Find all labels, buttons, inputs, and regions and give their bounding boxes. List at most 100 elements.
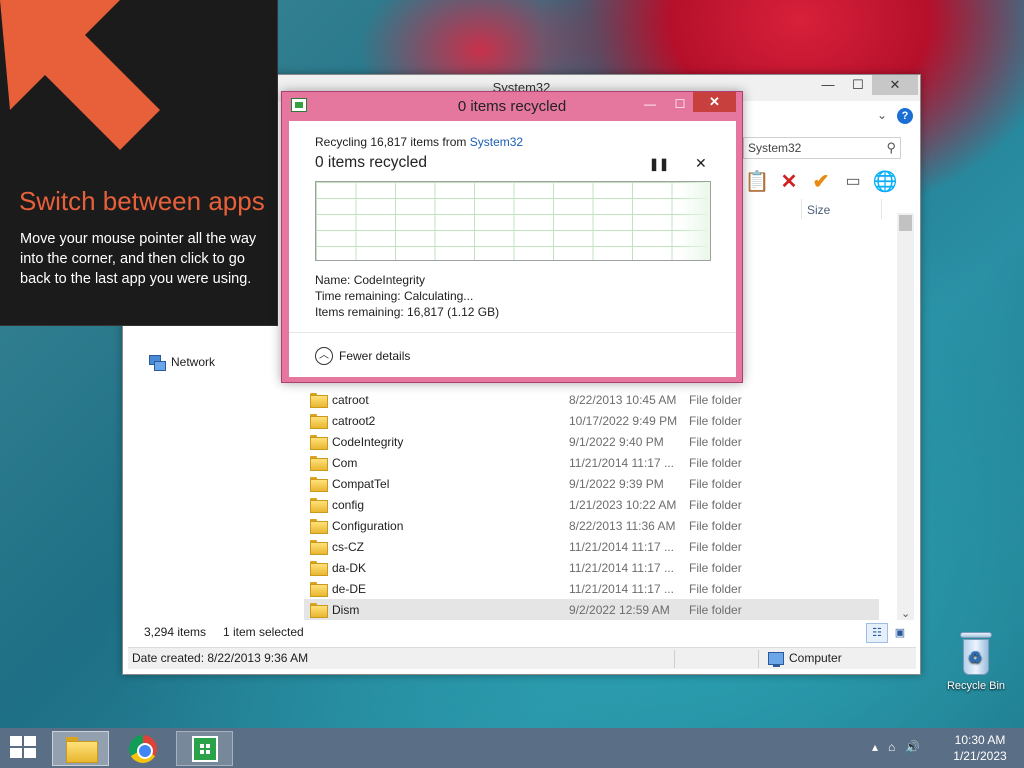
- recycle-source-prefix: Recycling 16,817 items from: [315, 135, 470, 149]
- details-bar: Date created: 8/22/2013 9:36 AM Computer: [128, 647, 916, 669]
- file-name: da-DK: [332, 560, 367, 575]
- table-row[interactable]: Configuration 8/22/2013 11:36 AM File fo…: [304, 515, 879, 536]
- computer-icon: [768, 651, 784, 667]
- file-type: File folder: [689, 602, 742, 617]
- file-date: 9/1/2022 9:40 PM: [569, 434, 664, 449]
- recycle-progress-dialog[interactable]: 0 items recycled — ☐ ✕ Recycling 16,817 …: [281, 91, 743, 383]
- folder-icon: [310, 540, 328, 555]
- globe-icon[interactable]: 🌐: [873, 169, 898, 193]
- folder-icon: [310, 582, 328, 597]
- taskbar-store[interactable]: [176, 731, 233, 766]
- close-button[interactable]: ✕: [872, 75, 918, 95]
- time-label: Time remaining:: [315, 289, 401, 303]
- corner-arrow-icon: [0, 0, 160, 150]
- status-bar: 3,294 items 1 item selected ☷ ▣: [123, 621, 920, 647]
- location-label: Computer: [789, 651, 842, 665]
- file-type: File folder: [689, 476, 742, 491]
- file-type: File folder: [689, 455, 742, 470]
- taskbar-file-explorer[interactable]: [52, 731, 109, 766]
- dialog-body: Recycling 16,817 items from System32 0 i…: [289, 121, 736, 377]
- file-name: Configuration: [332, 518, 404, 533]
- time-value: Calculating...: [403, 289, 474, 303]
- file-type: File folder: [689, 392, 742, 407]
- dialog-close-button[interactable]: ✕: [693, 92, 736, 112]
- cancel-icon[interactable]: ✕: [695, 155, 707, 172]
- taskbar: ▴ ⌂ 🔊 10:30 AM 1/21/2023: [0, 728, 1024, 768]
- recycle-source-line: Recycling 16,817 items from System32: [315, 135, 523, 149]
- clock[interactable]: 10:30 AM 1/21/2023: [944, 732, 1016, 764]
- fewer-details-button[interactable]: ︿ Fewer details: [315, 347, 410, 365]
- column-header-size[interactable]: Size: [807, 203, 830, 217]
- taskbar-chrome[interactable]: [114, 731, 171, 766]
- table-row[interactable]: cs-CZ 11/21/2014 11:17 ... File folder: [304, 536, 879, 557]
- scrollbar-thumb[interactable]: [899, 215, 912, 231]
- clipboard-icon[interactable]: 📋: [745, 169, 770, 193]
- name-value: CodeIntegrity: [353, 273, 426, 287]
- file-date: 11/21/2014 11:17 ...: [569, 581, 674, 596]
- large-icons-view-icon[interactable]: ▣: [889, 623, 911, 643]
- table-row[interactable]: Com 11/21/2014 11:17 ... File folder: [304, 452, 879, 473]
- search-input[interactable]: System32 ⚲: [743, 137, 901, 159]
- tip-body: Move your mouse pointer all the way into…: [20, 231, 257, 287]
- start-button[interactable]: [10, 736, 38, 760]
- table-row[interactable]: config 1/21/2023 10:22 AM File folder: [304, 494, 879, 515]
- chevron-down-icon[interactable]: ⌄: [877, 108, 887, 122]
- file-name: de-DE: [332, 581, 367, 596]
- folder-icon: [310, 456, 328, 471]
- column-divider: [881, 199, 882, 219]
- file-date: 9/2/2022 12:59 AM: [569, 602, 670, 617]
- progress-info: Name: CodeIntegrity Time remaining: Calc…: [315, 272, 499, 320]
- item-count: 3,294 items: [144, 625, 207, 639]
- file-name: CodeIntegrity: [332, 434, 404, 449]
- pause-button[interactable]: ❚❚: [649, 157, 669, 171]
- progress-graph: [315, 181, 711, 261]
- delete-icon[interactable]: ✕: [777, 169, 801, 193]
- file-type: File folder: [689, 434, 742, 449]
- folder-icon: [310, 477, 328, 492]
- show-hidden-icons-icon[interactable]: ▴: [872, 740, 878, 754]
- table-row[interactable]: Dism 9/2/2022 12:59 AM File folder: [304, 599, 879, 620]
- recycle-bin-desktop-icon[interactable]: ♻ Recycle Bin: [940, 632, 1012, 692]
- toolbar: 📋 ✕ ✔ ▭ 🌐: [745, 169, 898, 193]
- table-row[interactable]: catroot2 10/17/2022 9:49 PM File folder: [304, 410, 879, 431]
- file-type: File folder: [689, 497, 742, 512]
- file-name: catroot2: [332, 413, 376, 428]
- dialog-maximize-button[interactable]: ☐: [668, 95, 692, 113]
- dialog-minimize-button[interactable]: —: [638, 95, 662, 113]
- selection-count: 1 item selected: [223, 625, 304, 639]
- minimize-button[interactable]: —: [813, 75, 843, 95]
- file-date: 1/21/2023 10:22 AM: [569, 497, 677, 512]
- file-list: catroot 8/22/2013 10:45 AM File folder c…: [304, 389, 879, 620]
- table-row[interactable]: da-DK 11/21/2014 11:17 ... File folder: [304, 557, 879, 578]
- help-icon[interactable]: ?: [897, 108, 913, 124]
- recycle-bin-icon: ♻: [960, 632, 992, 676]
- folder-icon: [310, 519, 328, 534]
- folder-icon: [310, 414, 328, 429]
- file-type: File folder: [689, 518, 742, 533]
- details-view-icon[interactable]: ☷: [866, 623, 888, 643]
- file-name: CompatTel: [332, 476, 390, 491]
- clock-time: 10:30 AM: [954, 733, 1006, 747]
- column-divider: [801, 199, 802, 219]
- checkmark-icon[interactable]: ✔: [809, 169, 833, 193]
- maximize-button[interactable]: ☐: [843, 75, 873, 95]
- network-tray-icon[interactable]: ⌂: [888, 740, 895, 754]
- folder-icon: [310, 561, 328, 576]
- file-name: cs-CZ: [332, 539, 364, 554]
- table-row[interactable]: CodeIntegrity 9/1/2022 9:40 PM File fold…: [304, 431, 879, 452]
- source-folder-link[interactable]: System32: [470, 135, 523, 149]
- progress-heading: 0 items recycled: [315, 154, 427, 171]
- store-icon: [191, 735, 218, 762]
- nav-item-network-label: Network: [171, 355, 216, 369]
- table-row[interactable]: catroot 8/22/2013 10:45 AM File folder: [304, 389, 879, 410]
- switch-apps-tip: Switch between apps Move your mouse poin…: [0, 0, 278, 326]
- table-row[interactable]: de-DE 11/21/2014 11:17 ... File folder: [304, 578, 879, 599]
- rename-icon[interactable]: ▭: [841, 169, 865, 193]
- table-row[interactable]: CompatTel 9/1/2022 9:39 PM File folder: [304, 473, 879, 494]
- vertical-scrollbar[interactable]: ⌄: [897, 213, 914, 620]
- volume-icon[interactable]: 🔊: [905, 740, 920, 754]
- file-name: Dism: [332, 602, 360, 617]
- nav-item-network[interactable]: Network: [149, 355, 216, 371]
- scroll-down-icon[interactable]: ⌄: [901, 607, 910, 620]
- search-icon[interactable]: ⚲: [886, 140, 896, 156]
